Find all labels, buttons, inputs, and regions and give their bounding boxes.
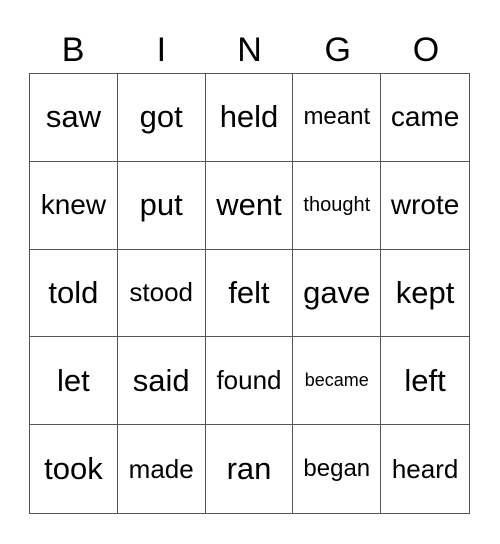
header-letter-o: O — [412, 31, 440, 69]
bingo-grid: saw got held meant came knew put went th… — [29, 73, 470, 514]
bingo-cell[interactable]: wrote — [381, 162, 469, 250]
header-letter-g: G — [324, 31, 351, 69]
bingo-cell[interactable]: made — [118, 425, 206, 513]
header-letter-i: I — [156, 31, 167, 69]
bingo-cell[interactable]: gave — [293, 249, 382, 338]
bingo-cell[interactable]: told — [30, 249, 118, 338]
bingo-cell[interactable]: ran — [206, 425, 294, 513]
bingo-header: B I N G O — [29, 28, 470, 72]
bingo-cell[interactable]: said — [117, 337, 206, 426]
bingo-cell[interactable]: saw — [30, 74, 118, 162]
bingo-cell[interactable]: went — [205, 161, 294, 250]
header-letter-b: B — [61, 31, 85, 69]
bingo-cell[interactable]: meant — [293, 74, 382, 162]
bingo-cell[interactable]: took — [30, 425, 118, 513]
header-letter-n: N — [237, 31, 262, 69]
bingo-cell[interactable]: thought — [293, 161, 382, 250]
bingo-cell[interactable]: let — [30, 337, 118, 426]
bingo-cell[interactable]: found — [205, 337, 294, 426]
bingo-cell[interactable]: put — [117, 161, 206, 250]
bingo-cell[interactable]: knew — [30, 161, 118, 250]
bingo-cell[interactable]: felt — [205, 249, 294, 338]
bingo-cell[interactable]: became — [293, 337, 382, 426]
bingo-cell[interactable]: came — [381, 74, 469, 162]
bingo-cell[interactable]: stood — [117, 249, 206, 338]
bingo-cell[interactable]: left — [381, 337, 469, 426]
bingo-cell[interactable]: heard — [381, 425, 469, 513]
bingo-cell[interactable]: got — [117, 74, 206, 162]
bingo-cell[interactable]: held — [205, 74, 294, 162]
bingo-cell[interactable]: kept — [381, 250, 469, 338]
bingo-cell[interactable]: began — [293, 425, 382, 513]
